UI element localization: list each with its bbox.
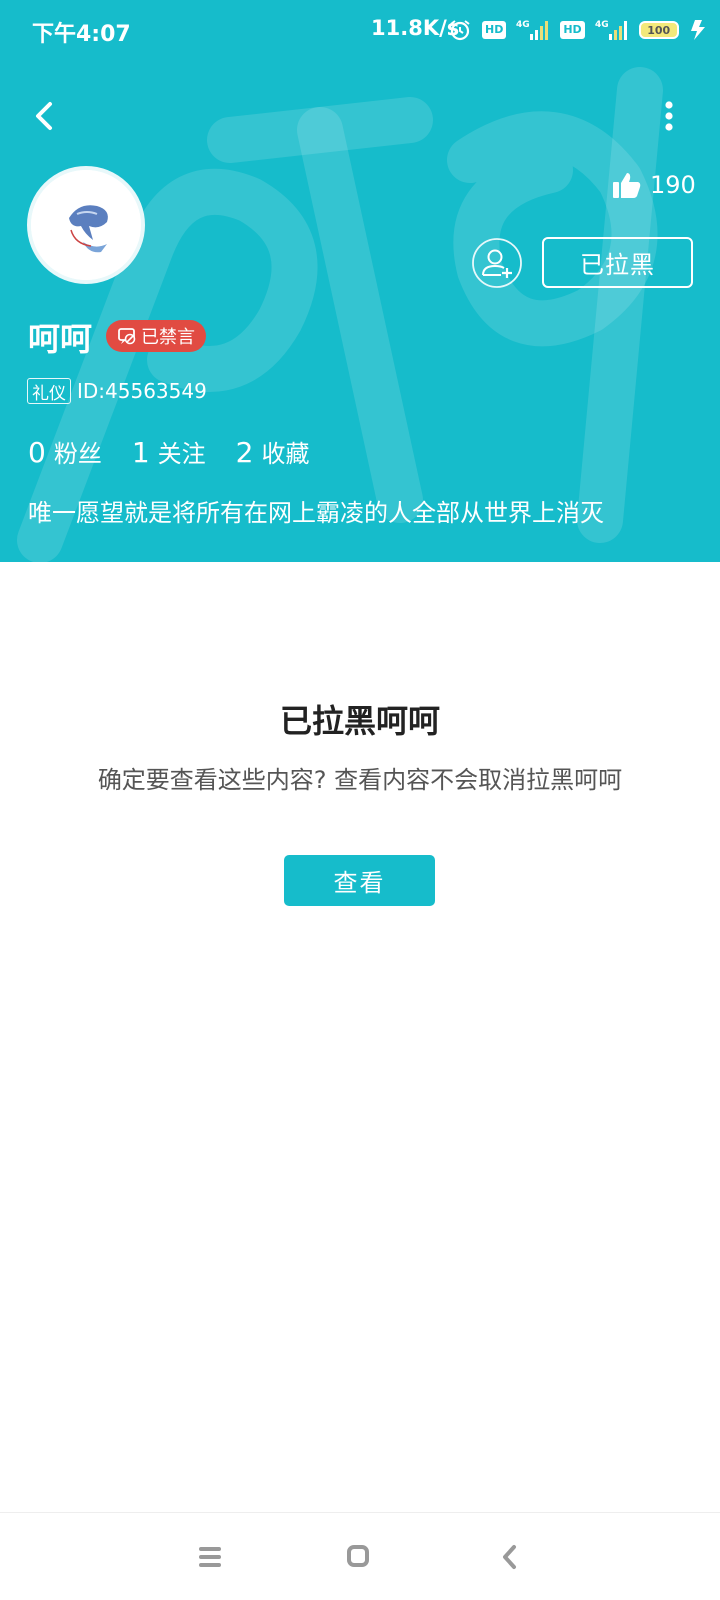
charging-icon	[690, 20, 705, 40]
stat-label: 收藏	[261, 440, 310, 468]
stat-favorites[interactable]: 2 收藏	[236, 434, 310, 469]
profile-header: 下午4:07 11.8K/s HD 4G HD 4G 100 190 已拉黑 呵…	[0, 0, 720, 562]
profile-stats: 0 粉丝 1 关注 2 收藏	[28, 434, 309, 469]
view-content-button[interactable]: 查看	[284, 855, 435, 906]
muted-badge: 已禁言	[106, 320, 206, 352]
battery-icon: 100	[638, 21, 679, 39]
stat-fans[interactable]: 0 粉丝	[28, 434, 102, 469]
status-bar: 下午4:07 11.8K/s HD 4G HD 4G 100	[0, 0, 720, 60]
status-time: 下午4:07	[32, 22, 131, 47]
stat-value: 0	[28, 436, 46, 469]
stat-value: 1	[131, 436, 150, 469]
muted-icon	[118, 328, 136, 345]
more-button[interactable]	[654, 94, 684, 138]
thumbs-up-icon	[613, 173, 641, 198]
block-notice-title: 已拉黑呵呵	[279, 702, 440, 740]
signal-4g-icon: 4G	[516, 20, 549, 40]
likes-counter: 190	[612, 168, 696, 202]
username: 呵呵	[28, 320, 93, 358]
avatar-image	[31, 170, 141, 280]
block-notice-description: 确定要查看这些内容? 查看内容不会取消拉黑呵呵	[97, 766, 623, 794]
hd-icon: HD	[482, 21, 507, 39]
svg-text:4G: 4G	[516, 20, 530, 30]
likes-count: 190	[650, 171, 696, 199]
avatar[interactable]	[27, 166, 145, 284]
status-icons: HD 4G HD 4G 100	[448, 16, 709, 44]
signal-4g-icon: 4G	[595, 20, 627, 40]
alarm-icon	[450, 20, 470, 41]
user-id: ID:45563549	[77, 379, 207, 403]
add-friend-button[interactable]	[471, 237, 523, 289]
network-speed: 11.8K/s	[371, 16, 460, 40]
blocked-button[interactable]: 已拉黑	[542, 237, 693, 288]
stat-label: 粉丝	[53, 440, 102, 468]
etiquette-badge[interactable]: 礼仪	[27, 378, 71, 404]
muted-badge-label: 已禁言	[141, 327, 195, 348]
stat-following[interactable]: 1 关注	[132, 434, 206, 469]
hd-icon: HD	[560, 21, 585, 39]
back-button[interactable]	[26, 94, 66, 138]
stat-value: 2	[235, 436, 254, 469]
menu-icon[interactable]	[190, 1537, 230, 1577]
home-icon[interactable]	[338, 1537, 378, 1577]
svg-text:4G: 4G	[595, 20, 609, 30]
system-nav-bar	[0, 1512, 720, 1600]
back-nav-icon[interactable]	[490, 1537, 530, 1577]
profile-bio: 唯一愿望就是将所有在网上霸凌的人全部从世界上消灭	[28, 499, 604, 527]
stat-label: 关注	[157, 440, 206, 468]
